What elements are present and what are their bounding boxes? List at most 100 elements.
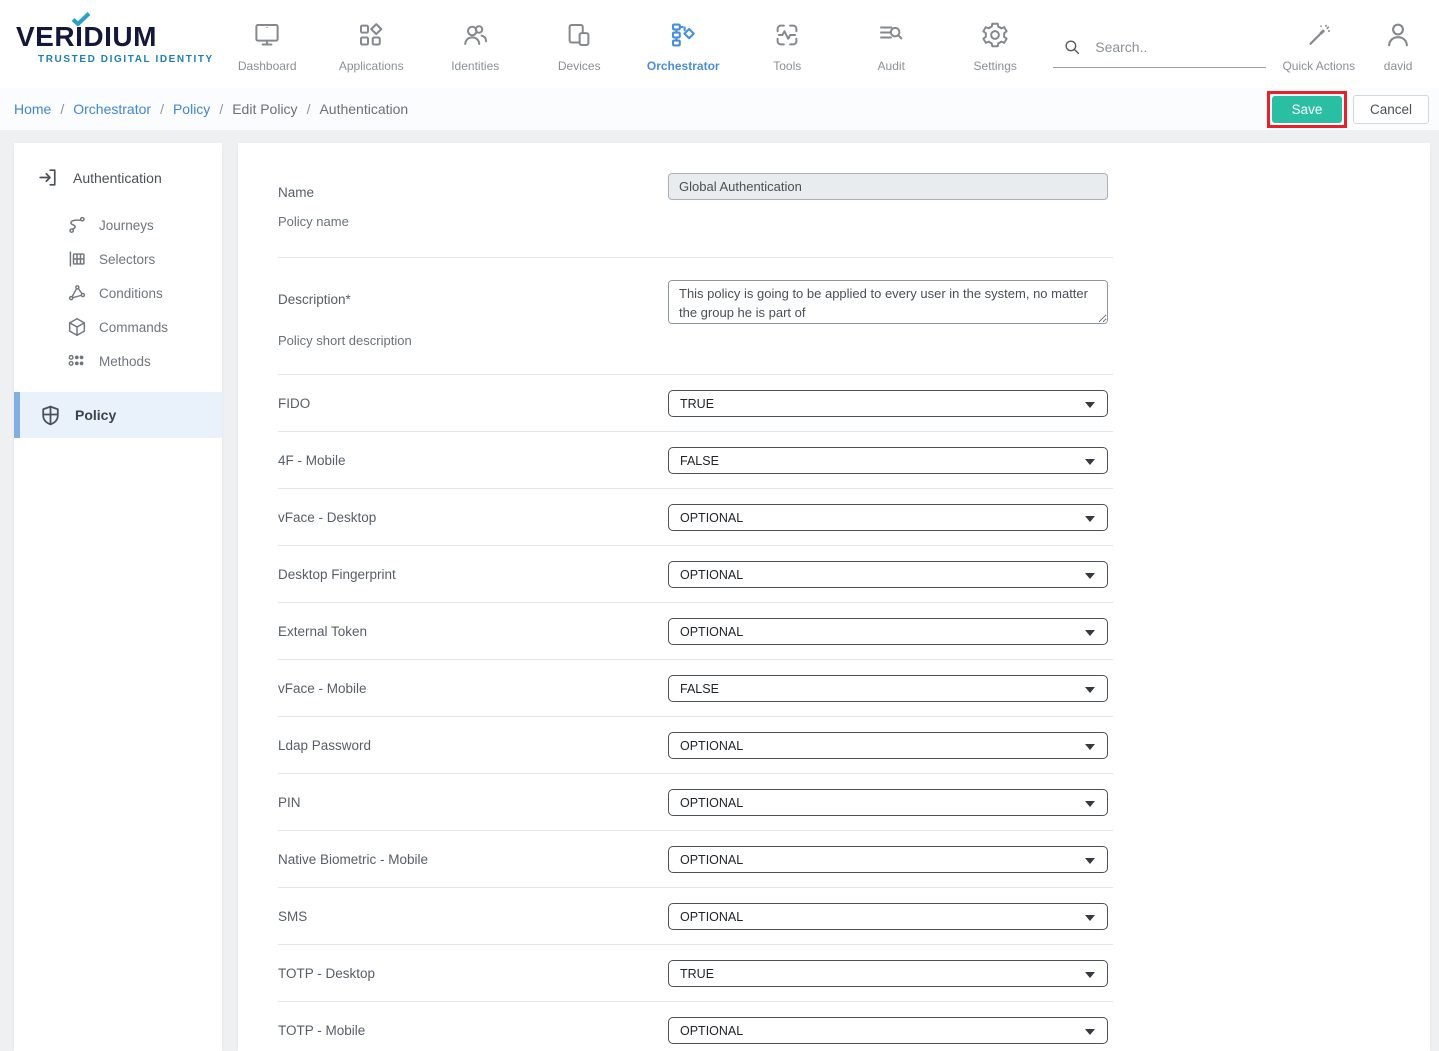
breadcrumb-home[interactable]: Home [14, 101, 51, 117]
sidebar-item-journeys[interactable]: Journeys [14, 208, 222, 242]
sidebar-item-label: Commands [99, 320, 168, 335]
nav-label-audit: Audit [878, 59, 905, 73]
totp-mobile-select[interactable]: OPTIONAL [668, 1017, 1108, 1044]
vface-mobile-select[interactable]: FALSE [668, 675, 1108, 702]
chevron-down-icon [1085, 687, 1095, 693]
nav-item-devices[interactable]: Devices [527, 0, 631, 88]
form-row-external-token: External Token OPTIONAL [278, 603, 1113, 660]
veridium-admin-screen: VERIDIUM TRUSTED DIGITAL IDENTITY Dashbo… [0, 0, 1439, 1051]
logo-checkmark-icon [71, 12, 91, 26]
sidebar-item-methods[interactable]: Methods [14, 344, 222, 378]
conditions-icon [66, 282, 88, 304]
fido-select[interactable]: TRUE [668, 390, 1108, 417]
search-input[interactable] [1095, 39, 1255, 55]
breadcrumb-authentication: Authentication [319, 101, 408, 117]
desktop-fingerprint-select[interactable]: OPTIONAL [668, 561, 1108, 588]
sms-select[interactable]: OPTIONAL [668, 903, 1108, 930]
quick-actions-button[interactable]: Quick Actions [1272, 0, 1365, 88]
user-name-label: david [1384, 59, 1413, 73]
save-button-highlight-annotation: Save [1267, 91, 1347, 128]
breadcrumb-separator: / [219, 101, 223, 117]
breadcrumb-bar: Home / Orchestrator / Policy / Edit Poli… [0, 88, 1439, 130]
user-menu[interactable]: david [1365, 0, 1431, 88]
tools-icon [772, 20, 802, 50]
sidebar-item-policy[interactable]: Policy [14, 392, 222, 438]
desktop-fingerprint-label: Desktop Fingerprint [278, 567, 668, 582]
form-row-sms: SMS OPTIONAL [278, 888, 1113, 945]
description-sublabel: Policy short description [278, 333, 668, 348]
4f-mobile-label: 4F - Mobile [278, 453, 668, 468]
fido-select-value: TRUE [680, 397, 714, 411]
breadcrumb-separator: / [307, 101, 311, 117]
external-token-select-value: OPTIONAL [680, 625, 743, 639]
audit-icon [876, 20, 906, 50]
save-button[interactable]: Save [1272, 96, 1342, 123]
sidebar-item-authentication[interactable]: Authentication [14, 155, 222, 200]
breadcrumb-policy[interactable]: Policy [173, 101, 210, 117]
name-label: Name [278, 185, 668, 200]
form-row-description: Description* Policy short description Th… [278, 258, 1113, 375]
totp-desktop-select[interactable]: TRUE [668, 960, 1108, 987]
breadcrumb-separator: / [160, 101, 164, 117]
journeys-icon [66, 214, 88, 236]
breadcrumb-orchestrator[interactable]: Orchestrator [73, 101, 151, 117]
external-token-label: External Token [278, 624, 668, 639]
sidebar-item-label: Journeys [99, 218, 154, 233]
nav-item-applications[interactable]: Applications [319, 0, 423, 88]
methods-icon [66, 350, 88, 372]
nav-label-devices: Devices [558, 59, 601, 73]
chevron-down-icon [1085, 630, 1095, 636]
nav-item-orchestrator[interactable]: Orchestrator [631, 0, 735, 88]
chevron-down-icon [1085, 459, 1095, 465]
vface-desktop-select[interactable]: OPTIONAL [668, 504, 1108, 531]
sms-label: SMS [278, 909, 668, 924]
policy-description-textarea[interactable]: This policy is going to be applied to ev… [668, 280, 1108, 324]
logo-wordmark: VERIDIUM [16, 23, 215, 51]
nav-label-applications: Applications [339, 59, 404, 73]
nav-item-settings[interactable]: Settings [943, 0, 1047, 88]
sidebar-item-label: Policy [75, 407, 116, 423]
breadcrumb-edit-policy: Edit Policy [232, 101, 297, 117]
nav-item-dashboard[interactable]: Dashboard [215, 0, 319, 88]
policy-name-input[interactable] [668, 173, 1108, 200]
nav-item-audit[interactable]: Audit [839, 0, 943, 88]
form-row-totp-mobile: TOTP - Mobile OPTIONAL [278, 1002, 1113, 1051]
native-biometric-mobile-select[interactable]: OPTIONAL [668, 846, 1108, 873]
veridium-logo[interactable]: VERIDIUM TRUSTED DIGITAL IDENTITY [0, 0, 215, 88]
description-label: Description* [278, 292, 668, 307]
4f-mobile-select[interactable]: FALSE [668, 447, 1108, 474]
sidebar-item-label: Methods [99, 354, 151, 369]
pin-select[interactable]: OPTIONAL [668, 789, 1108, 816]
external-token-select[interactable]: OPTIONAL [668, 618, 1108, 645]
page-actions: Save Cancel [1267, 91, 1429, 128]
sidebar-item-conditions[interactable]: Conditions [14, 276, 222, 310]
global-search [1053, 36, 1266, 68]
user-avatar-icon [1383, 20, 1413, 50]
search-icon [1061, 36, 1083, 58]
breadcrumb-separator: / [60, 101, 64, 117]
ldap-password-label: Ldap Password [278, 738, 668, 753]
applications-icon [356, 20, 386, 50]
policy-form-card: Name Policy name Description* Policy sho… [238, 143, 1430, 1051]
sidebar-item-commands[interactable]: Commands [14, 310, 222, 344]
ldap-password-select[interactable]: OPTIONAL [668, 732, 1108, 759]
chevron-down-icon [1085, 402, 1095, 408]
cancel-button[interactable]: Cancel [1353, 95, 1429, 124]
chevron-down-icon [1085, 915, 1095, 921]
sidebar-item-label: Conditions [99, 286, 163, 301]
form-row-totp-desktop: TOTP - Desktop TRUE [278, 945, 1113, 1002]
main-area: Authentication Journeys Selectors Condit… [0, 130, 1439, 1051]
nav-item-tools[interactable]: Tools [735, 0, 839, 88]
nav-label-settings: Settings [974, 59, 1017, 73]
logo-text-post: DIUM [83, 21, 157, 52]
quick-actions-label: Quick Actions [1282, 59, 1355, 73]
nav-item-identities[interactable]: Identities [423, 0, 527, 88]
orchestrator-icon [668, 20, 698, 50]
sidebar-item-label: Authentication [73, 170, 162, 186]
form-row-pin: PIN OPTIONAL [278, 774, 1113, 831]
nav-label-identities: Identities [451, 59, 499, 73]
nav-label-orchestrator: Orchestrator [647, 59, 720, 73]
sidebar-item-selectors[interactable]: Selectors [14, 242, 222, 276]
totp-mobile-label: TOTP - Mobile [278, 1023, 668, 1038]
commands-icon [66, 316, 88, 338]
